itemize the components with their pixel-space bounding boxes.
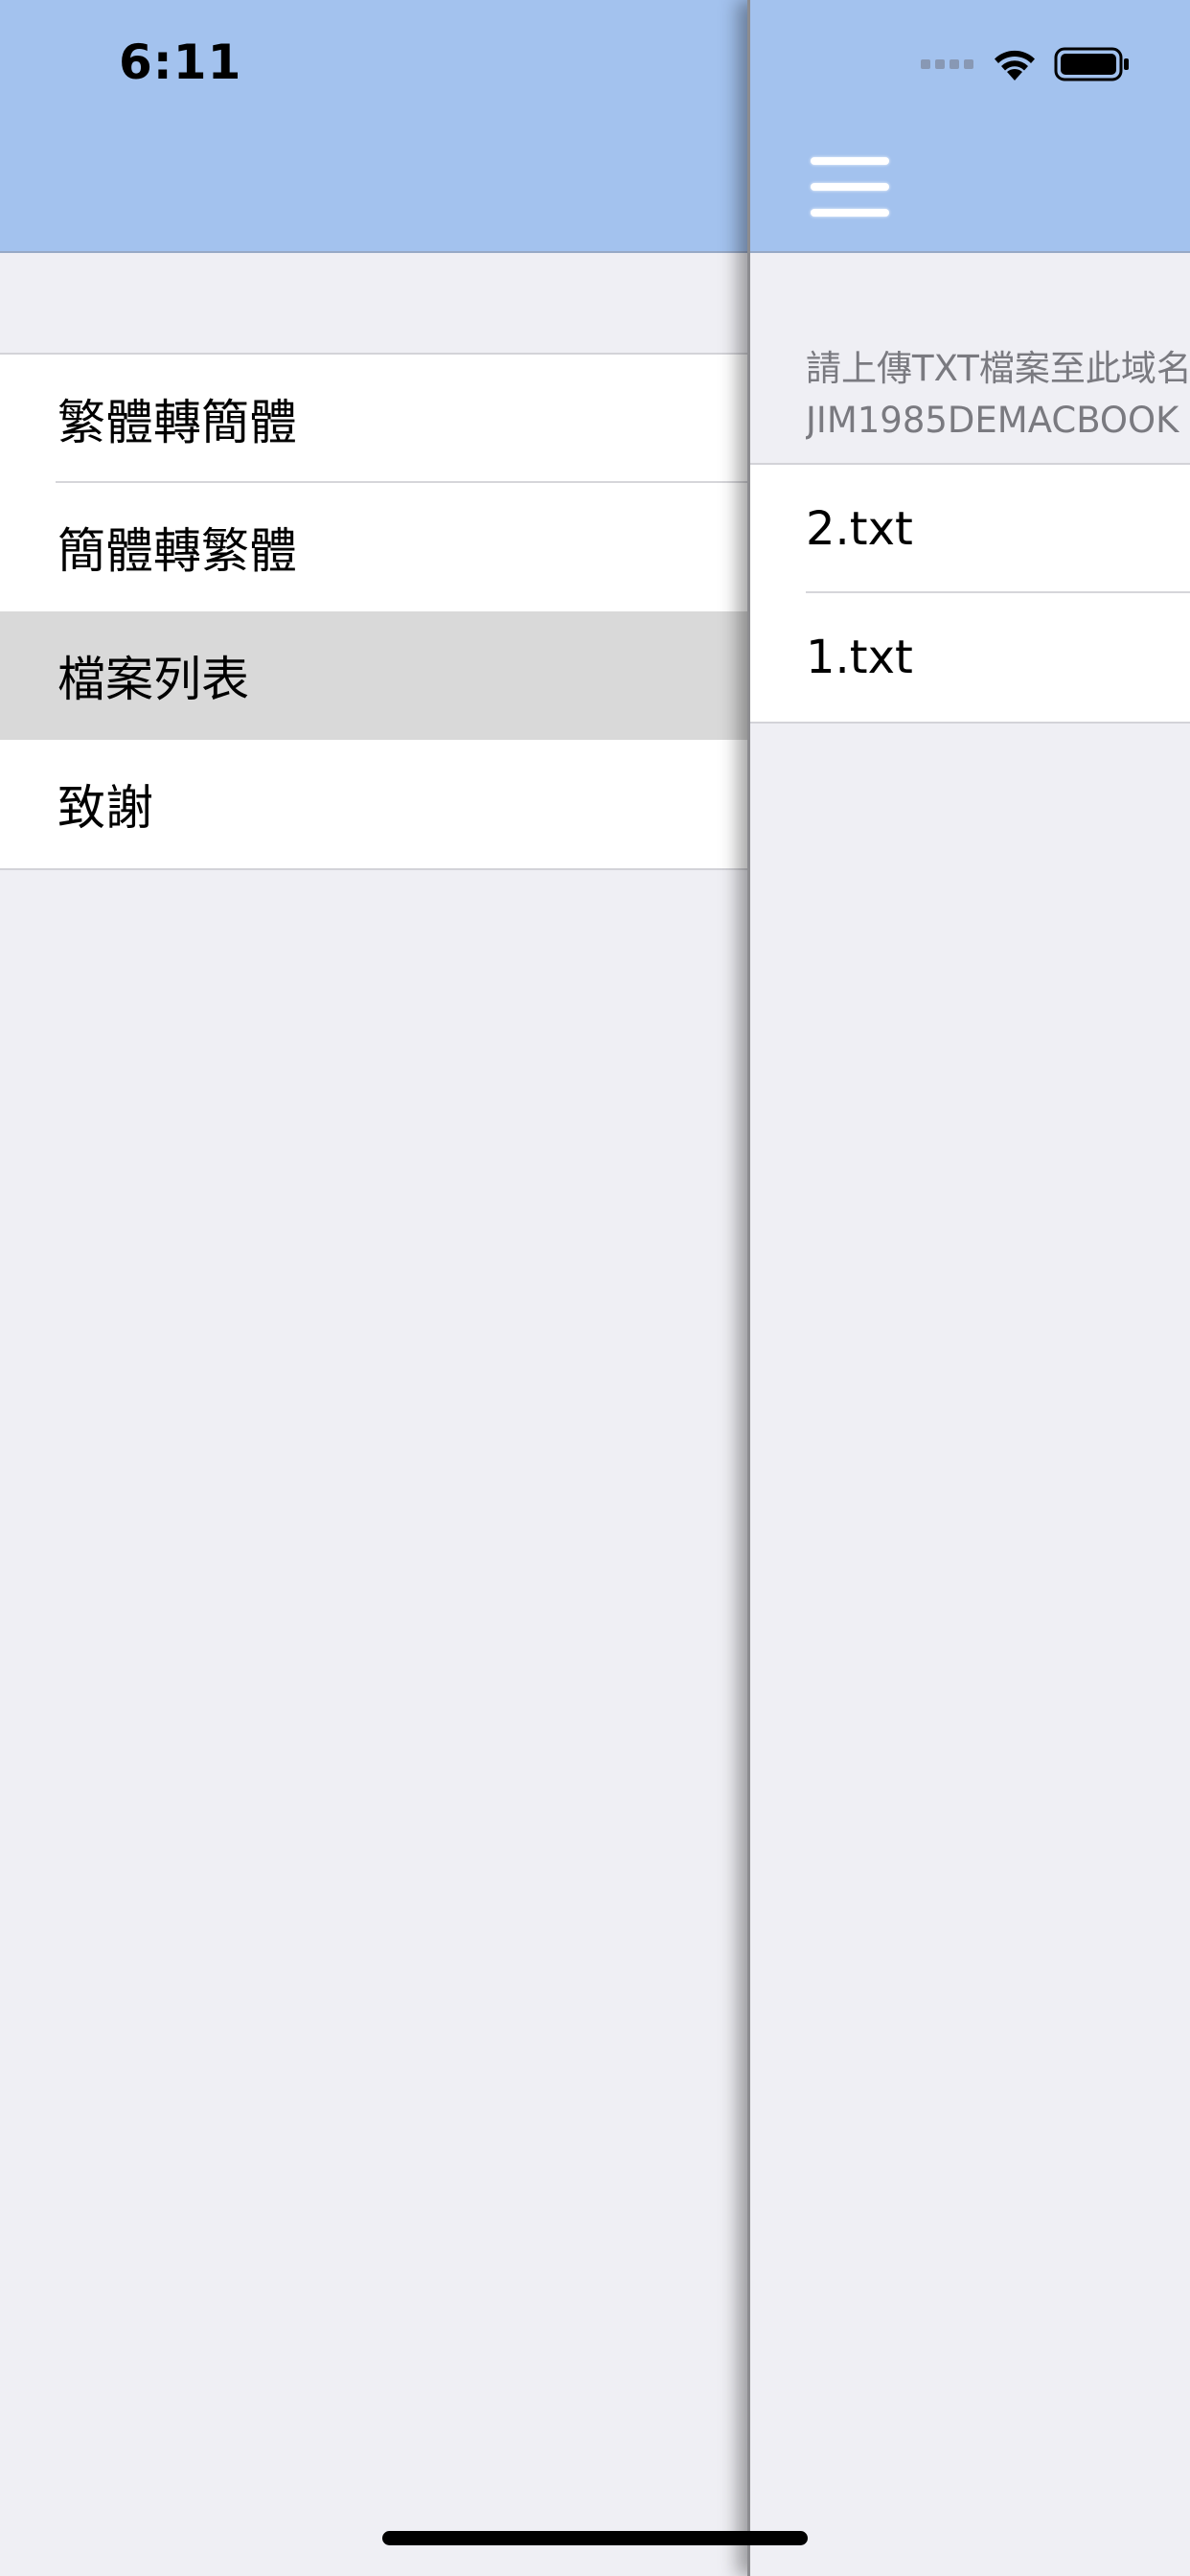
menu-list: 繁體轉簡體 簡體轉繁體 檔案列表 致謝 xyxy=(0,353,747,870)
upload-hint-line-1: 請上傳TXT檔案至此域名 xyxy=(806,348,1190,389)
status-indicators xyxy=(921,46,1131,82)
hamburger-menu-icon[interactable] xyxy=(811,157,889,217)
file-row[interactable]: 1.txt xyxy=(747,593,1190,722)
cellular-signal-icon xyxy=(921,59,973,69)
upload-hint-host: JIM1985DEMACBOOK xyxy=(806,400,1179,441)
wifi-icon xyxy=(995,50,1035,80)
menu-item-acknowledgements[interactable]: 致謝 xyxy=(0,740,747,868)
menu-item-label: 致謝 xyxy=(57,780,153,836)
battery-icon xyxy=(1054,47,1129,81)
menu-item-label: 繁體轉簡體 xyxy=(57,395,297,450)
home-indicator[interactable] xyxy=(382,2531,808,2545)
status-time: 6:11 xyxy=(119,34,242,90)
menu-header: 6:11 xyxy=(0,0,747,253)
file-row[interactable]: 2.txt xyxy=(747,465,1190,593)
side-menu: 6:11 繁體轉簡體 簡體轉繁體 檔案列表 致謝 xyxy=(0,0,747,2576)
file-name: 2.txt xyxy=(806,502,913,556)
menu-item-label: 檔案列表 xyxy=(57,652,249,707)
menu-item-label: 簡體轉繁體 xyxy=(57,523,297,579)
main-content-panel[interactable]: 請上傳TXT檔案至此域名 JIM1985DEMACBOOK 2.txt 1.tx… xyxy=(747,0,1190,2576)
menu-item-file-list[interactable]: 檔案列表 xyxy=(0,611,747,740)
navigation-bar xyxy=(747,0,1190,253)
file-name: 1.txt xyxy=(806,631,913,684)
menu-item-traditional-to-simplified[interactable]: 繁體轉簡體 xyxy=(0,355,747,483)
menu-item-simplified-to-traditional[interactable]: 簡體轉繁體 xyxy=(0,483,747,611)
upload-instructions: 請上傳TXT檔案至此域名 JIM1985DEMACBOOK xyxy=(806,343,1190,447)
file-list: 2.txt 1.txt xyxy=(747,463,1190,724)
